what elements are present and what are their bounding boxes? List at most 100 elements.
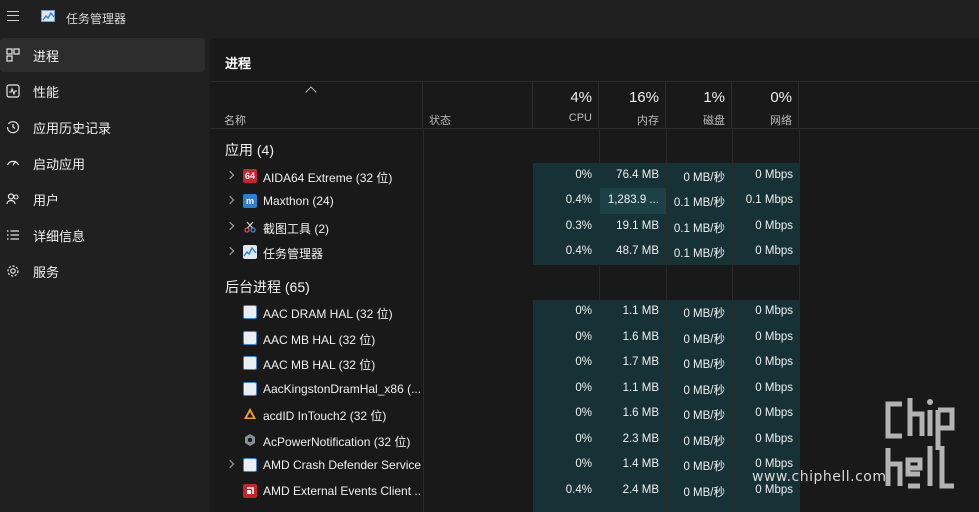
disk-value: 0.1 MB/秒 (673, 223, 725, 235)
expand-chevron-icon[interactable] (225, 195, 235, 205)
cpu-value: 0% (575, 407, 592, 419)
table-row[interactable]: AMD Crash Defender Service 0% 1.4 MB 0 M… (210, 453, 800, 478)
disk-value: 0 MB/秒 (683, 359, 725, 371)
process-name: 任务管理器 (263, 247, 324, 261)
column-label-cpu: CPU (568, 112, 592, 124)
cpu-total: 4% (570, 89, 592, 106)
process-name: AAC MB HAL (32 位) (263, 358, 376, 372)
disk-value: 0 MB/秒 (683, 487, 725, 499)
sidebar-item-label: 性能 (33, 84, 60, 100)
app-window-icon (243, 331, 257, 345)
table-row[interactable]: AAC MB HAL (32 位) 0% 1.7 MB 0 MB/秒 0 Mbp… (210, 351, 800, 376)
page-title: 进程 (225, 56, 252, 71)
process-name: AMD Crash Defender Service (263, 458, 421, 472)
network-value: 0 Mbps (755, 331, 793, 343)
group-header-background[interactable]: 后台进程 (65) (225, 277, 310, 297)
sidebar-item-performance[interactable]: 性能 (0, 74, 205, 108)
network-value: 0 Mbps (755, 305, 793, 317)
column-label-name: 名称 (224, 115, 246, 127)
memory-value: 2.4 MB (622, 484, 659, 496)
network-value: 0 Mbps (755, 407, 793, 419)
memory-value: 19.1 MB (616, 220, 659, 232)
sidebar-item-app-history[interactable]: 应用历史记录 (0, 110, 205, 144)
cpu-value: 0% (575, 356, 592, 368)
sidebar-item-label: 应用历史记录 (33, 120, 112, 136)
sidebar-item-startup-apps[interactable]: 启动应用 (0, 146, 205, 180)
column-label-disk: 磁盘 (703, 115, 725, 127)
column-label-memory: 内存 (637, 115, 659, 127)
processes-icon (5, 47, 21, 63)
process-name: AMD External Events Client ... (263, 484, 421, 498)
column-header-network[interactable]: 0% 网络 (732, 82, 799, 129)
network-value: 0 Mbps (755, 220, 793, 232)
sidebar-item-services[interactable]: 服务 (0, 254, 205, 288)
sidebar-item-label: 用户 (33, 192, 60, 208)
disk-value: 0.1 MB/秒 (673, 197, 725, 209)
table-row[interactable]: AAC DRAM HAL (32 位) 0% 1.1 MB 0 MB/秒 0 M… (210, 300, 800, 325)
snipping-tool-icon (243, 220, 257, 234)
network-value: 0 Mbps (755, 245, 793, 257)
sidebar-item-processes[interactable]: 进程 (0, 38, 205, 72)
expand-chevron-icon[interactable] (225, 221, 235, 231)
sidebar-item-details[interactable]: 详细信息 (0, 218, 205, 252)
sidebar-item-users[interactable]: 用户 (0, 182, 205, 216)
sidebar-item-label: 服务 (33, 264, 60, 280)
disk-value: 0 MB/秒 (683, 172, 725, 184)
sidebar-item-label: 启动应用 (33, 156, 86, 172)
table-row[interactable]: AMD External Events Client ... 0.4% 2.4 … (210, 479, 800, 504)
users-icon (5, 191, 21, 207)
process-name: AAC MB HAL (32 位) (263, 333, 376, 347)
cpu-value: 0% (575, 305, 592, 317)
aida64-icon: 64 (243, 169, 257, 183)
process-name: AAC DRAM HAL (32 位) (263, 307, 393, 321)
cpu-value: 0% (575, 458, 592, 470)
sidebar-item-label: 详细信息 (33, 228, 86, 244)
cpu-value: 0% (575, 433, 592, 445)
memory-value: 1.1 MB (622, 382, 659, 394)
table-row[interactable]: m Maxthon (24) 0.4% 1,283.9 ... 0.1 MB/秒… (210, 189, 800, 214)
cpu-value: 0% (575, 382, 592, 394)
expand-chevron-icon[interactable] (225, 170, 235, 180)
disk-value: 0 MB/秒 (683, 385, 725, 397)
column-header-memory[interactable]: 16% 内存 (599, 82, 666, 129)
services-icon (5, 263, 21, 279)
column-header-cpu[interactable]: 4% CPU (533, 82, 599, 129)
title-bar: 任务管理器 (0, 0, 979, 34)
task-manager-app-icon (41, 10, 55, 22)
table-row[interactable]: 64 AIDA64 Extreme (32 位) 0% 76.4 MB 0 MB… (210, 164, 800, 189)
window-title: 任务管理器 (66, 12, 127, 26)
table-row[interactable]: AAC MB HAL (32 位) 0% 1.6 MB 0 MB/秒 0 Mbp… (210, 326, 800, 351)
column-header-name[interactable]: 名称 (210, 82, 423, 129)
network-value: 0 Mbps (755, 169, 793, 181)
cpu-value: 0% (575, 169, 592, 181)
details-icon (5, 227, 21, 243)
disk-value: 0 MB/秒 (683, 308, 725, 320)
network-value: 0 Mbps (755, 433, 793, 445)
chiphell-logo-watermark (885, 398, 955, 489)
disk-total: 1% (703, 89, 725, 106)
column-header-disk[interactable]: 1% 磁盘 (666, 82, 732, 129)
network-total: 0% (770, 89, 792, 106)
memory-value: 48.7 MB (616, 245, 659, 257)
process-name: AcPowerNotification (32 位) (263, 435, 411, 449)
network-value: 0.1 Mbps (745, 194, 793, 206)
table-row[interactable]: 任务管理器 0.4% 48.7 MB 0.1 MB/秒 0 Mbps (210, 240, 800, 265)
cpu-value: 0.4% (565, 245, 592, 257)
cpu-value: 0.4% (565, 484, 592, 496)
column-header-status[interactable]: 状态 (423, 82, 533, 129)
expand-chevron-icon[interactable] (225, 246, 235, 256)
memory-value: 1.4 MB (622, 458, 659, 470)
app-window-icon (243, 458, 257, 472)
expand-chevron-icon[interactable] (225, 459, 235, 469)
group-header-apps[interactable]: 应用 (4) (225, 140, 274, 160)
app-history-icon (5, 119, 21, 135)
table-row[interactable]: 截图工具 (2) 0.3% 19.1 MB 0.1 MB/秒 0 Mbps (210, 215, 800, 240)
disk-value: 0 MB/秒 (683, 410, 725, 422)
cpu-value: 0.4% (565, 194, 592, 206)
table-row[interactable]: acdID InTouch2 (32 位) 0% 1.6 MB 0 MB/秒 0… (210, 402, 800, 427)
disk-value: 0.1 MB/秒 (673, 248, 725, 260)
table-row[interactable]: AacKingstonDramHal_x86 (... 0% 1.1 MB 0 … (210, 377, 800, 402)
table-row[interactable]: AcPowerNotification (32 位) 0% 2.3 MB 0 M… (210, 428, 800, 453)
sidebar-item-label: 进程 (33, 48, 60, 64)
hamburger-menu-icon[interactable] (7, 11, 19, 21)
